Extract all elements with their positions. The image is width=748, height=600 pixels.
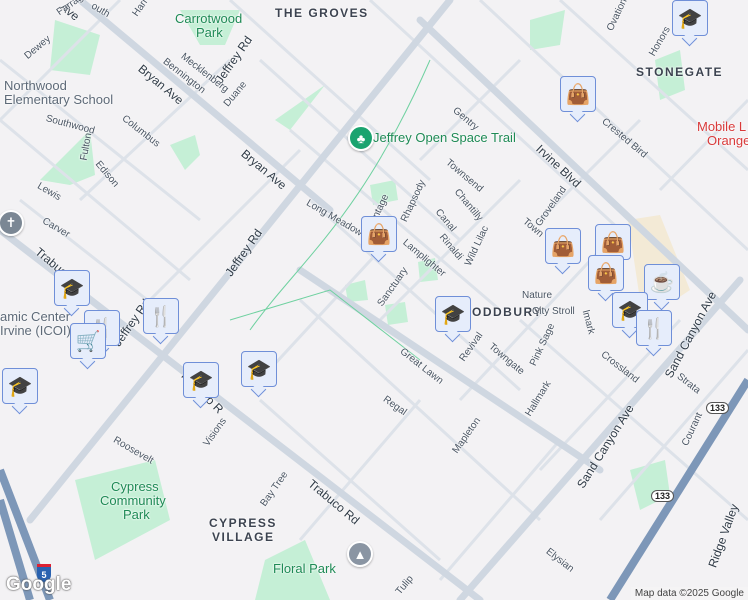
shopping-bag-icon: 👜 (593, 262, 619, 285)
marker-shopping[interactable]: 👜 (560, 76, 596, 112)
park-label-cypress-3[interactable]: Park (123, 508, 150, 522)
map-attribution[interactable]: Map data ©2025 Google (630, 587, 748, 600)
neighborhood-cypress-village: CYPRESS (209, 516, 277, 530)
marker-school[interactable]: 🎓 (2, 368, 38, 404)
graduation-cap-icon: 🎓 (59, 277, 85, 300)
park-label-floral[interactable]: Floral Park (273, 562, 336, 576)
marker-shopping[interactable]: 👜 (588, 255, 624, 291)
marker-coffee[interactable]: ☕ (644, 264, 680, 300)
shopping-bag-icon: 👜 (550, 235, 576, 258)
marker-restaurant[interactable]: 🍴 (636, 310, 672, 346)
marker-restaurant[interactable]: 🍴 (143, 298, 179, 334)
park-columbus (170, 135, 200, 170)
fork-knife-icon: 🍴 (641, 317, 667, 340)
school-pin-icon[interactable]: ▲ (347, 541, 373, 567)
park-duane (275, 85, 325, 130)
graduation-cap-icon: 🎓 (440, 303, 466, 326)
park-label-jeffrey-trail[interactable]: Jeffrey Open Space Trail (373, 131, 516, 145)
shopping-cart-icon: 🛒 (75, 330, 101, 353)
graduation-cap-icon: 🎓 (188, 369, 214, 392)
marker-school[interactable]: 🎓 (672, 0, 708, 36)
marker-shopping[interactable]: 👜 (361, 216, 397, 252)
poi-northwood-2[interactable]: Elementary School (4, 92, 113, 107)
neighborhood-stonegate: STONEGATE (636, 65, 724, 79)
graduation-cap-icon: 🎓 (246, 358, 272, 381)
park-label-cypress[interactable]: Cypress (111, 480, 159, 494)
coffee-icon: ☕ (649, 271, 675, 294)
marker-school[interactable]: 🎓 (241, 351, 277, 387)
park-label-carrotwood[interactable]: Carrotwood (175, 12, 242, 26)
street-label: City Stroll (532, 306, 575, 317)
map-canvas[interactable]: THE GROVES STONEGATE ODDBURY CYPRESS VIL… (0, 0, 748, 600)
marker-grocery[interactable]: 🛒 (70, 323, 106, 359)
park-ne1 (530, 10, 565, 50)
marker-shopping[interactable]: 👜 (545, 228, 581, 264)
park-label-carrotwood-2[interactable]: Park (196, 26, 223, 40)
google-logo: Google (6, 574, 72, 595)
marker-school[interactable]: 🎓 (54, 270, 90, 306)
poi-mobile[interactable]: Mobile L (697, 120, 746, 134)
neighborhood-cypress-village-2: VILLAGE (212, 530, 275, 544)
neighborhood-the-groves: THE GROVES (275, 6, 369, 20)
street-label: Nature (522, 290, 553, 301)
graduation-cap-icon: 🎓 (677, 7, 703, 30)
poi-northwood[interactable]: Northwood (4, 78, 67, 93)
poi-icoi[interactable]: amic Center (0, 309, 70, 324)
route-133-shield: 133 (651, 490, 675, 502)
shopping-bag-icon: 👜 (565, 83, 591, 106)
shopping-bag-icon: 👜 (366, 223, 392, 246)
marker-school[interactable]: 🎓 (435, 296, 471, 332)
tree-icon[interactable]: ♣ (348, 125, 374, 151)
park-east (630, 460, 670, 510)
fork-knife-icon: 🍴 (148, 305, 174, 328)
graduation-cap-icon: 🎓 (7, 375, 33, 398)
poi-icoi-2[interactable]: Irvine (ICOI) (0, 323, 71, 338)
poi-mobile-2[interactable]: Orange (707, 134, 748, 148)
marker-school[interactable]: 🎓 (183, 362, 219, 398)
route-133-shield: 133 (706, 402, 730, 414)
shopping-bag-icon: 👜 (600, 231, 626, 254)
park-label-cypress-2[interactable]: Community (100, 494, 166, 508)
